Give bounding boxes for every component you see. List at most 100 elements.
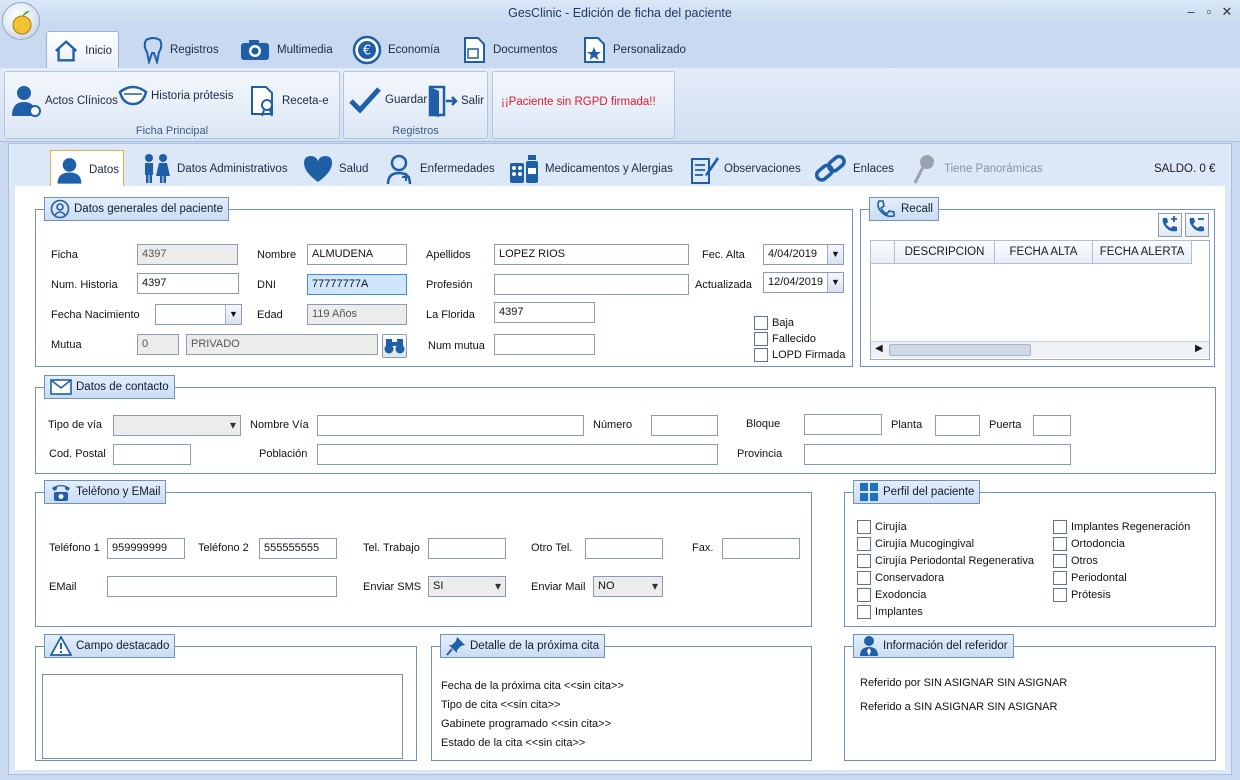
restore-button[interactable]: ▫ (1200, 4, 1218, 20)
checkbox-label: Otros (1071, 555, 1098, 567)
remove-recall-button[interactable] (1185, 213, 1209, 237)
dni-field[interactable]: 77777777A (307, 274, 407, 295)
ribbon-tab-multimedia[interactable]: Multimedia (233, 31, 339, 69)
close-button[interactable]: ✕ (1218, 4, 1236, 20)
next-appointment-title: Detalle de la próxima cita (440, 634, 606, 658)
edad-field[interactable]: 119 Años (307, 304, 407, 325)
mutua-name-field[interactable]: PRIVADO (186, 334, 378, 355)
fecha-nacimiento-field[interactable]: ▼ (155, 304, 242, 325)
checkbox-box[interactable] (857, 571, 871, 585)
enviar-sms-select[interactable]: SI (428, 576, 506, 597)
checkbox-box[interactable] (1053, 588, 1067, 602)
checkbox-box[interactable] (1053, 554, 1067, 568)
chevron-down-icon[interactable]: ▼ (827, 273, 843, 292)
chevron-down-icon[interactable]: ▼ (225, 305, 241, 324)
checkbox-box[interactable] (754, 332, 768, 346)
tipo-via-select[interactable] (113, 415, 241, 436)
column-header-fecha-alta[interactable]: FECHA ALTA (994, 240, 1093, 264)
subtab-enlaces[interactable]: Enlaces (810, 150, 898, 188)
apellidos-field[interactable]: LOPEZ RIOS (494, 244, 689, 265)
puerta-field[interactable] (1033, 415, 1071, 436)
actos-clinicos-button[interactable]: Actos Clínicos (10, 84, 118, 118)
column-header-fecha-alerta[interactable]: FECHA ALERTA (1092, 240, 1192, 264)
perfil-checkbox[interactable]: Cirujía Periodontal Regenerativa (857, 554, 1034, 568)
numero-field[interactable] (651, 415, 718, 436)
enviar-mail-select[interactable]: NO (593, 576, 663, 597)
tipo-via-label: Tipo de vía (48, 419, 103, 431)
provincia-field[interactable] (804, 444, 1071, 465)
telefono2-field[interactable]: 555555555 (259, 538, 337, 559)
subtab-datos-administrativos[interactable]: Datos Administrativos (136, 150, 292, 188)
scroll-left-icon[interactable]: ◀ (875, 343, 883, 354)
mutua-code-field[interactable]: 0 (137, 334, 179, 355)
baja-checkbox[interactable]: Baja (754, 316, 794, 330)
subtab-tiene-panoramicas[interactable]: Tiene Panorámicas (907, 150, 1047, 188)
minimize-button[interactable]: – (1182, 4, 1200, 20)
nombre-field[interactable]: ALMUDENA (307, 244, 407, 265)
perfil-checkbox[interactable]: Otros (1053, 554, 1098, 568)
perfil-checkbox[interactable]: Prótesis (1053, 588, 1111, 602)
num-mutua-field[interactable] (494, 334, 595, 355)
perfil-checkbox[interactable]: Ortodoncia (1053, 537, 1125, 551)
checkbox-box[interactable] (1053, 571, 1067, 585)
checkbox-box[interactable] (857, 537, 871, 551)
scroll-right-icon[interactable]: ▶ (1195, 343, 1203, 354)
checkbox-box[interactable] (754, 316, 768, 330)
app-menu-button[interactable] (2, 2, 40, 40)
bloque-field[interactable] (804, 414, 882, 435)
fax-field[interactable] (722, 538, 800, 559)
scrollbar-thumb[interactable] (889, 344, 1031, 356)
perfil-checkbox[interactable]: Periodontal (1053, 571, 1127, 585)
telefono1-field[interactable]: 959999999 (107, 538, 185, 559)
historia-protesis-button[interactable]: Historia prótesis (118, 84, 233, 108)
la-florida-field[interactable]: 4397 (494, 302, 595, 323)
perfil-checkbox[interactable]: Exodoncia (857, 588, 926, 602)
subtab-enfermedades[interactable]: Enfermedades (381, 150, 499, 188)
perfil-checkbox[interactable]: Implantes Regeneración (1053, 520, 1190, 534)
planta-field[interactable] (935, 415, 980, 436)
subtab-salud[interactable]: Salud (298, 150, 372, 188)
add-recall-button[interactable] (1158, 213, 1182, 237)
perfil-checkbox[interactable]: Implantes (857, 605, 923, 619)
poblacion-field[interactable] (317, 444, 718, 465)
num-historia-field[interactable]: 4397 (137, 273, 239, 294)
email-field[interactable] (107, 576, 337, 597)
fallecido-checkbox[interactable]: Fallecido (754, 332, 816, 346)
otro-tel-field[interactable] (585, 538, 663, 559)
checkbox-box[interactable] (1053, 537, 1067, 551)
nombre-via-field[interactable] (317, 415, 584, 436)
subtab-observaciones[interactable]: Observaciones (685, 150, 805, 188)
ribbon-tab-registros[interactable]: Registros (136, 31, 225, 69)
perfil-checkbox[interactable]: Cirujía (857, 520, 907, 534)
checkbox-box[interactable] (857, 554, 871, 568)
subtab-datos[interactable]: Datos (50, 150, 124, 188)
profesion-field[interactable] (494, 274, 689, 295)
checkbox-box[interactable] (754, 348, 768, 362)
ficha-field[interactable]: 4397 (137, 244, 238, 265)
ribbon-tab-economia[interactable]: € Economía (346, 31, 446, 69)
perfil-checkbox[interactable]: Cirujía Mucogingival (857, 537, 974, 551)
horizontal-scrollbar[interactable]: ◀ ▶ (871, 341, 1209, 358)
search-mutua-button[interactable] (382, 334, 407, 358)
checkbox-box[interactable] (1053, 520, 1067, 534)
subtab-medicamentos[interactable]: Medicamentos y Alergias (504, 150, 677, 188)
chevron-down-icon[interactable]: ▼ (827, 245, 843, 264)
checkbox-box[interactable] (857, 605, 871, 619)
guardar-button[interactable]: Guardar (348, 84, 427, 116)
ribbon-tab-personalizado[interactable]: Personalizado (575, 31, 692, 69)
tel-trabajo-field[interactable] (428, 538, 506, 559)
lopd-firmada-checkbox[interactable]: LOPD Firmada (754, 348, 845, 362)
fec-alta-field[interactable]: 4/04/2019 ▼ (763, 244, 844, 265)
checkbox-box[interactable] (857, 520, 871, 534)
ribbon-tab-inicio[interactable]: Inicio (46, 31, 119, 69)
panel-title-text: Datos de contacto (76, 381, 169, 393)
actualizada-field[interactable]: 12/04/2019 ▼ (763, 272, 844, 293)
checkbox-box[interactable] (857, 588, 871, 602)
salir-button[interactable]: Salir (426, 84, 484, 118)
column-header-descripcion[interactable]: DESCRIPCION (894, 240, 995, 264)
ribbon-tab-documentos[interactable]: Documentos (455, 31, 564, 69)
receta-e-button[interactable]: Receta-e (249, 84, 329, 118)
highlighted-field-textarea[interactable] (42, 674, 403, 759)
cod-postal-field[interactable] (113, 444, 191, 465)
perfil-checkbox[interactable]: Conservadora (857, 571, 944, 585)
